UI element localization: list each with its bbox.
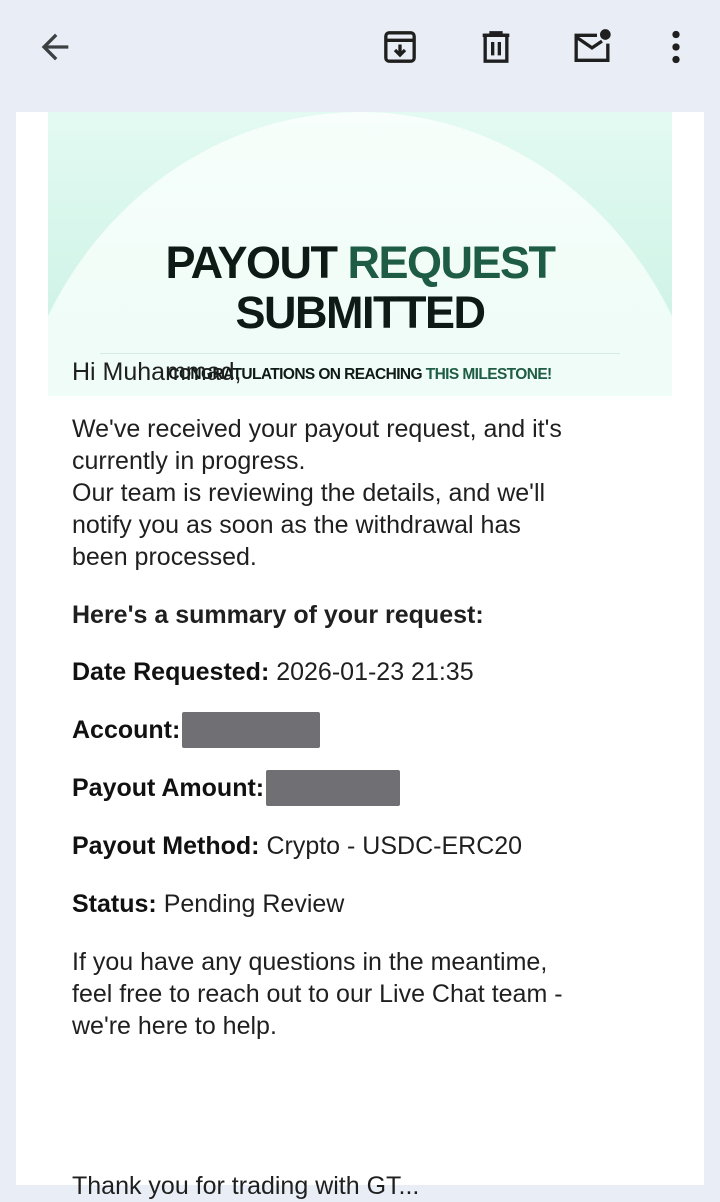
date-requested-label: Date Requested:: [72, 658, 270, 686]
intro-line-5: been processed.: [72, 543, 257, 571]
summary-heading: Here's a summary of your request:: [72, 601, 484, 629]
more-vert-icon: [672, 30, 680, 64]
back-button[interactable]: [30, 22, 80, 72]
greeting: Hi Muhammad,: [72, 358, 242, 386]
intro-line-2: currently in progress.: [72, 447, 306, 475]
banner-title: PAYOUT REQUEST SUBMITTED: [48, 238, 672, 338]
mark-unread-button[interactable]: [567, 22, 617, 72]
status-row: Status: Pending Review: [72, 888, 632, 920]
payout-amount-label: Payout Amount:: [72, 774, 265, 802]
banner-title-word1: PAYOUT: [165, 237, 338, 288]
banner-title-line2: SUBMITTED: [235, 287, 487, 338]
arrow-back-icon: [41, 33, 69, 61]
payout-method-row: Payout Method: Crypto - USDC-ERC20: [72, 830, 632, 862]
account-redaction: [182, 712, 321, 748]
trash-icon: [482, 31, 510, 63]
date-requested-row: Date Requested: 2026-01-23 21:35: [72, 656, 632, 688]
intro-paragraph: We've received your payout request, and …: [72, 413, 632, 573]
mail-unread-icon: [574, 29, 611, 62]
payout-method-value: Crypto - USDC-ERC20: [266, 832, 523, 860]
account-row: Account:: [72, 712, 632, 748]
intro-line-4: notify you as soon as the withdrawal has: [72, 511, 521, 539]
delete-button[interactable]: [471, 22, 521, 72]
banner-title-word2: REQUEST: [347, 237, 557, 288]
closing-paragraph: If you have any questions in the meantim…: [72, 946, 632, 1042]
payout-amount-row: Payout Amount:: [72, 770, 632, 806]
archive-button[interactable]: [375, 22, 425, 72]
closing-line-1: If you have any questions in the meantim…: [72, 948, 548, 976]
banner-divider: [100, 353, 620, 354]
archive-icon: [384, 31, 416, 63]
closing-line-2: feel free to reach out to our Live Chat …: [72, 980, 563, 1008]
cut-off-line: Thank you for trading with GT...: [72, 1172, 420, 1200]
top-app-bar: [0, 0, 720, 112]
status-label: Status:: [72, 890, 157, 918]
account-label: Account:: [72, 716, 181, 744]
date-requested-value: 2026-01-23 21:35: [276, 658, 474, 686]
payout-amount-redaction: [266, 770, 401, 806]
intro-line-3: Our team is reviewing the details, and w…: [72, 479, 546, 507]
more-options-button[interactable]: [651, 22, 701, 72]
payout-method-label: Payout Method:: [72, 832, 260, 860]
intro-line-1: We've received your payout request, and …: [72, 415, 562, 443]
email-banner: PAYOUT REQUEST SUBMITTED CONGRATULATIONS…: [48, 112, 672, 396]
closing-line-3: we're here to help.: [72, 1012, 277, 1040]
email-text: Hi Muhammad, We've received your payout …: [72, 356, 632, 1068]
status-value: Pending Review: [163, 890, 345, 918]
